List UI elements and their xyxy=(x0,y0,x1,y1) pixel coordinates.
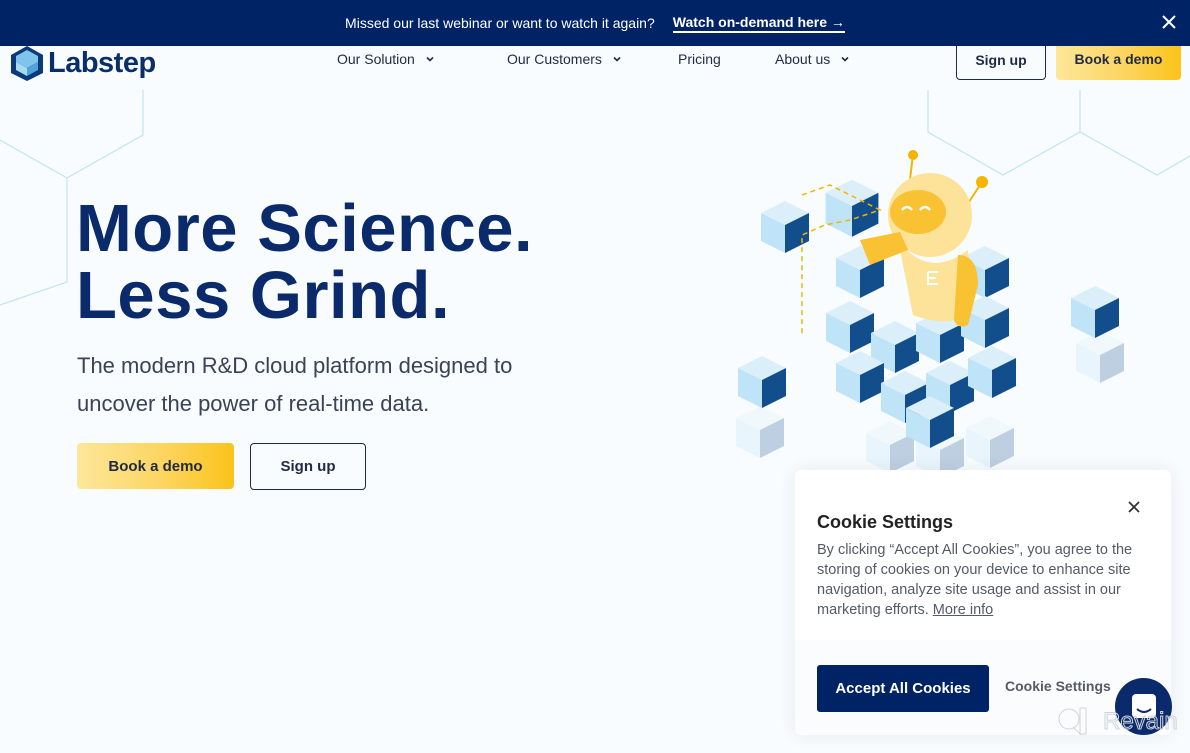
hero-title: More Science. Less Grind. xyxy=(76,195,533,329)
cube xyxy=(968,346,1016,398)
nav-label: Pricing xyxy=(678,51,721,67)
nav-label: Our Customers xyxy=(507,51,602,67)
labstep-logo[interactable]: Labstep xyxy=(8,43,156,83)
nav-about-us[interactable]: About us xyxy=(775,51,850,67)
hero-title-line-2: Less Grind. xyxy=(76,258,451,333)
revain-watermark: Revain xyxy=(1055,705,1178,739)
logo-text: Labstep xyxy=(48,46,156,79)
cookie-settings-button[interactable]: Cookie Settings xyxy=(1005,678,1111,694)
chevron-down-icon xyxy=(426,56,434,62)
hero-subtitle: The modern R&D cloud platform designed t… xyxy=(77,353,513,416)
announcement-banner: Missed our last webinar or want to watch… xyxy=(0,0,1190,46)
cube xyxy=(826,301,874,353)
hero-book-demo-button[interactable]: Book a demo xyxy=(77,443,234,489)
cube xyxy=(1071,286,1119,338)
nav-our-customers[interactable]: Our Customers xyxy=(507,51,622,67)
watermark-text: Revain xyxy=(1103,708,1179,736)
close-banner-button[interactable] xyxy=(1158,11,1180,33)
nav-our-solution[interactable]: Our Solution xyxy=(337,51,435,67)
accept-all-cookies-button[interactable]: Accept All Cookies xyxy=(817,665,989,712)
robot xyxy=(860,150,988,327)
nav-label: Our Solution xyxy=(337,51,415,67)
cookie-panel-title: Cookie Settings xyxy=(817,512,954,532)
cube xyxy=(761,201,809,253)
robot-cube-illustration xyxy=(736,150,1124,478)
revain-logo-icon xyxy=(1058,707,1087,736)
site-header: Labstep Our Solution Our Customers Prici… xyxy=(0,38,1190,90)
close-icon xyxy=(1128,501,1140,513)
hero-sign-up-button[interactable]: Sign up xyxy=(250,443,366,490)
hero-title-line-1: More Science. xyxy=(76,191,534,266)
cube xyxy=(738,356,786,408)
chevron-down-icon xyxy=(841,56,849,62)
chevron-down-icon xyxy=(613,56,621,62)
logo-cube-icon xyxy=(11,46,43,81)
cookie-settings-panel: Cookie Settings By clicking “Accept All … xyxy=(795,470,1171,735)
more-info-link[interactable]: More info xyxy=(933,602,993,618)
cookie-panel-body: By clicking “Accept All Cookies”, you ag… xyxy=(817,540,1147,620)
nav-pricing[interactable]: Pricing xyxy=(678,51,721,67)
watch-on-demand-link[interactable]: Watch on-demand here → xyxy=(672,14,845,33)
banner-message: Missed our last webinar or want to watch… xyxy=(345,15,655,31)
nav-label: About us xyxy=(775,51,831,67)
close-icon xyxy=(1162,15,1176,29)
header-sign-up-button[interactable]: Sign up xyxy=(956,40,1046,80)
close-cookie-panel-button[interactable] xyxy=(1127,500,1143,516)
